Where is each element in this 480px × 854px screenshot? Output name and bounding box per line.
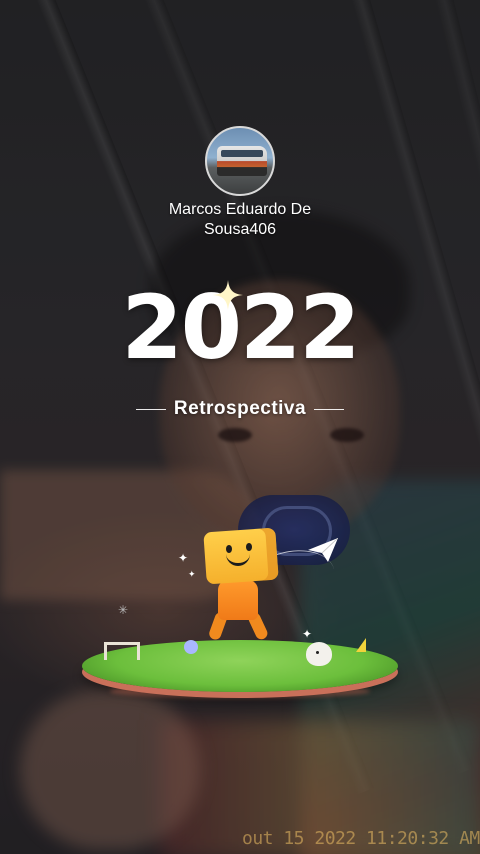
paper-plane-icon (308, 538, 338, 562)
divider-right (314, 408, 345, 410)
profile-name-line1: Marcos Eduardo De (168, 201, 312, 218)
subtitle: Retrospectiva (173, 398, 307, 419)
character-eye (226, 545, 232, 553)
bird-eye (316, 651, 319, 654)
profile-name: Marcos Eduardo De Sousa406 (120, 200, 360, 240)
bus-window (221, 150, 263, 157)
fence-icon (104, 642, 140, 660)
character-eye (246, 543, 252, 551)
flower-icon (184, 640, 198, 654)
subtitle-row: Retrospectiva (120, 394, 360, 424)
sparkle-icon (213, 280, 243, 310)
retrospective-screen: Marcos Eduardo De Sousa406 2022 Retrospe… (0, 0, 480, 854)
photo-timestamp: out 15 2022 11:20:32 AM (242, 828, 480, 849)
divider-left (135, 408, 166, 410)
character-body (218, 580, 258, 620)
flag-icon (356, 638, 366, 652)
bird-icon (306, 642, 332, 666)
profile-name-line2: Sousa406 (203, 221, 277, 238)
sparkle-icon: ✦ (178, 551, 189, 565)
avatar[interactable] (205, 126, 275, 196)
sparkle-icon: ✳ (118, 603, 129, 617)
sparkle-icon: ✦ (302, 627, 313, 641)
sparkle-icon: ✦ (188, 569, 196, 579)
